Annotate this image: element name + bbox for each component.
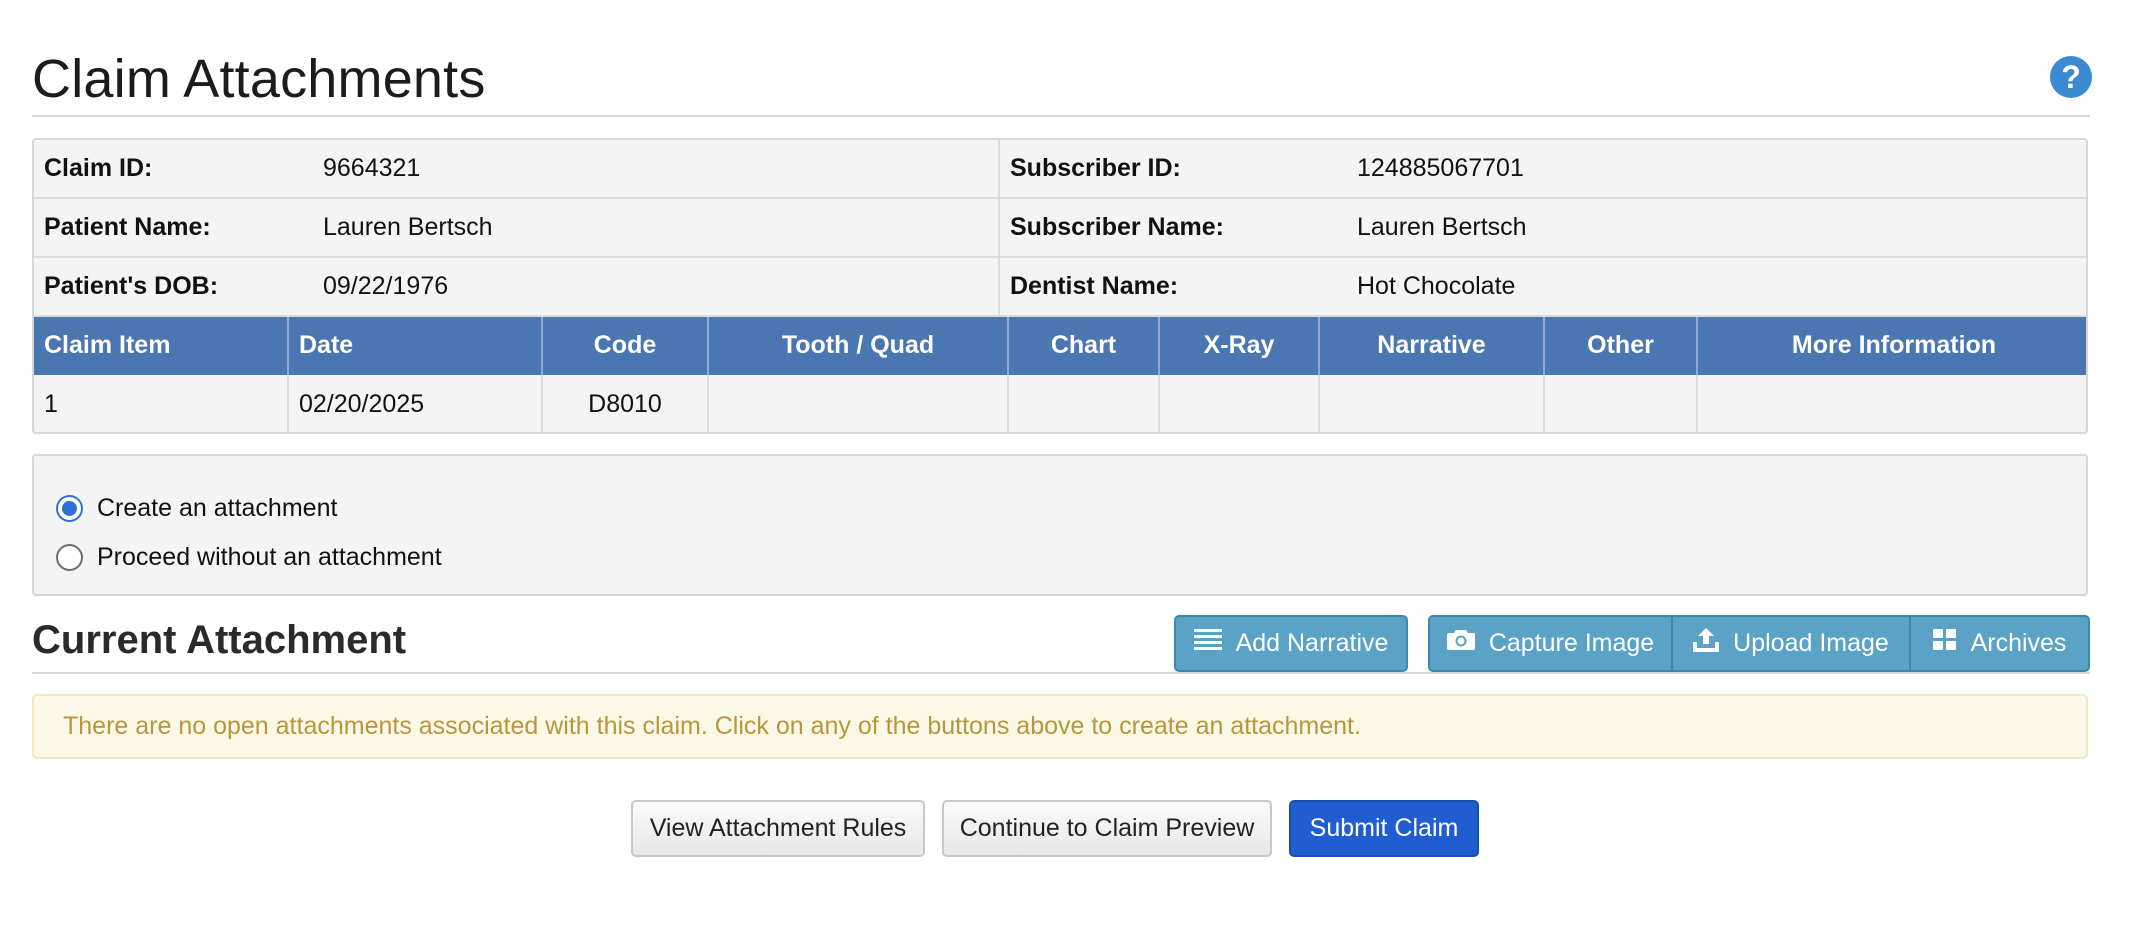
cell-more-information [1698,375,2086,432]
subscriber-name-label: Subscriber Name: [1010,213,1224,241]
upload-image-label: Upload Image [1733,629,1889,657]
proceed-without-radio[interactable] [56,543,83,571]
continue-to-claim-preview-button[interactable]: Continue to Claim Preview [942,800,1272,857]
current-attachment-title: Current Attachment [32,618,407,662]
add-narrative-label: Add Narrative [1235,629,1389,657]
archives-button[interactable]: Archives [1909,615,2090,672]
patient-name-value: Lauren Bertsch [323,213,493,241]
dentist-name-label: Dentist Name: [1010,272,1179,300]
cell-other [1545,375,1698,432]
column-header-code: Code [543,317,709,375]
option-proceed-without[interactable]: Proceed without an attachment [56,541,442,573]
subscriber-id-label: Subscriber ID: [1010,154,1181,182]
add-narrative-button[interactable]: Add Narrative [1174,615,1408,672]
cell-date: 02/20/2025 [289,375,543,432]
column-header-narrative: Narrative [1320,317,1545,375]
patient-dob-value: 09/22/1976 [323,272,449,300]
cell-claim-item: 1 [34,375,289,432]
table-row: 1 02/20/2025 D8010 [34,375,2086,432]
option-create-attachment[interactable]: Create an attachment [56,492,337,524]
current-attachment-header: Current Attachment Add Narrative Capture… [32,612,2090,674]
cell-chart [1009,375,1160,432]
view-attachment-rules-button[interactable]: View Attachment Rules [631,800,925,857]
archives-label: Archives [1970,629,2067,657]
page-title: Claim Attachments [32,49,486,109]
claim-id-label: Claim ID: [44,154,153,182]
page-header: Claim Attachments ? [32,44,2092,117]
submit-claim-button[interactable]: Submit Claim [1289,800,1479,857]
attachment-options-panel: Create an attachment Proceed without an … [32,454,2088,596]
info-row-dob: Patient's DOB: 09/22/1976 Dentist Name: … [34,258,2086,317]
info-row-names: Patient Name: Lauren Bertsch Subscriber … [34,199,2086,258]
capture-image-label: Capture Image [1488,629,1655,657]
create-attachment-radio[interactable] [56,494,83,522]
column-header-xray: X-Ray [1160,317,1320,375]
grid-icon [1932,629,1957,658]
cell-tooth-quad [709,375,1009,432]
items-table-header: Claim Item Date Code Tooth / Quad Chart … [34,317,2086,375]
no-attachments-notice: There are no open attachments associated… [32,694,2088,759]
column-header-tooth-quad: Tooth / Quad [709,317,1009,375]
capture-image-button[interactable]: Capture Image [1428,615,1673,672]
patient-dob-label: Patient's DOB: [44,272,219,300]
create-attachment-label: Create an attachment [97,493,338,522]
cell-code: D8010 [543,375,709,432]
subscriber-id-value: 124885067701 [1357,154,1524,182]
upload-image-button[interactable]: Upload Image [1671,615,1911,672]
column-header-claim-item: Claim Item [34,317,289,375]
upload-icon [1693,628,1720,659]
camera-icon [1446,628,1475,659]
info-row-ids: Claim ID: 9664321 Subscriber ID: 1248850… [34,140,2086,199]
claim-id-value: 9664321 [323,154,421,182]
column-header-chart: Chart [1009,317,1160,375]
subscriber-name-value: Lauren Bertsch [1357,213,1527,241]
cell-xray [1160,375,1320,432]
column-header-date: Date [289,317,543,375]
proceed-without-label: Proceed without an attachment [97,542,442,571]
claim-info-panel: Claim ID: 9664321 Subscriber ID: 1248850… [32,138,2088,434]
list-lines-icon [1193,628,1222,659]
column-header-other: Other [1545,317,1698,375]
help-icon[interactable]: ? [2050,56,2092,98]
cell-narrative [1320,375,1545,432]
dentist-name-value: Hot Chocolate [1357,272,1516,300]
column-header-more-information: More Information [1791,331,1997,359]
patient-name-label: Patient Name: [44,213,211,241]
